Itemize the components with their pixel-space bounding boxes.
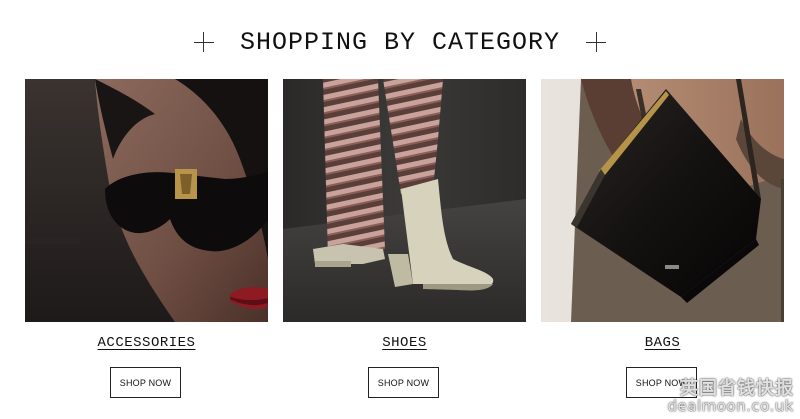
category-label-bags[interactable]: BAGS xyxy=(541,335,784,351)
shop-now-button-shoes[interactable]: SHOP NOW xyxy=(368,367,439,398)
category-card-bags: BAGS SHOP NOW xyxy=(541,79,784,398)
category-card-accessories: ACCESSORIES SHOP NOW xyxy=(25,79,268,398)
shop-now-button-accessories[interactable]: SHOP NOW xyxy=(110,367,181,398)
accessories-image[interactable] xyxy=(25,79,268,322)
category-card-shoes: SHOES SHOP NOW xyxy=(283,79,526,398)
shop-now-button-bags[interactable]: SHOP NOW xyxy=(626,367,697,398)
plus-icon xyxy=(586,32,607,52)
category-label-accessories[interactable]: ACCESSORIES xyxy=(25,335,268,351)
shoes-image[interactable] xyxy=(283,79,526,322)
section-header: SHOPPING BY CATEGORY xyxy=(0,22,800,62)
plus-icon xyxy=(193,32,214,52)
category-label-shoes[interactable]: SHOES xyxy=(283,335,526,351)
bags-image[interactable] xyxy=(541,79,784,322)
watermark-url-text: dealmoon.co.uk xyxy=(667,397,794,416)
section-title: SHOPPING BY CATEGORY xyxy=(239,27,561,57)
